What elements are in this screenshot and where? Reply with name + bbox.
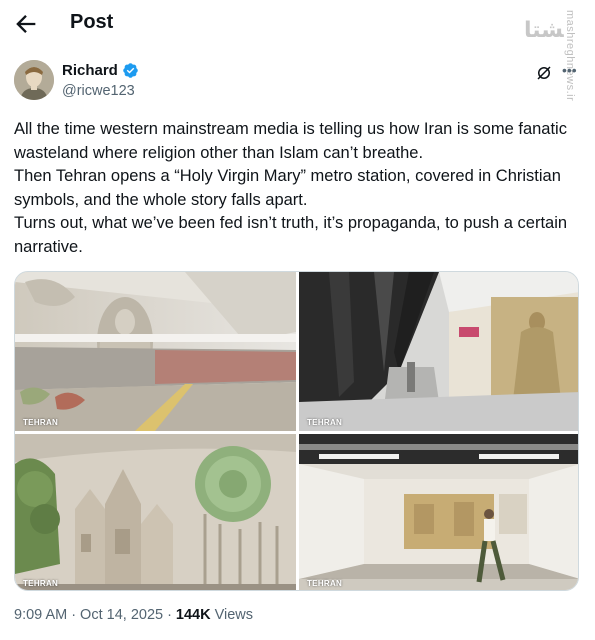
post-header: Post — [0, 0, 595, 48]
post-meta: 9:09 AM · Oct 14, 2025 · 144K Views — [14, 607, 253, 623]
user-name-row[interactable]: Richard — [62, 62, 139, 79]
platform-photo — [15, 272, 296, 431]
post-time[interactable]: 9:09 AM — [14, 607, 67, 623]
tehran-logo: TEHRAN — [307, 418, 343, 427]
tehran-logo: TEHRAN — [23, 579, 59, 588]
hall-photo — [299, 434, 578, 590]
back-button[interactable] — [12, 10, 40, 38]
media-image-4[interactable]: TEHRAN — [299, 434, 578, 590]
arrow-left-icon — [16, 15, 36, 33]
tehran-logo: TEHRAN — [23, 418, 59, 427]
verified-badge-icon — [123, 63, 138, 78]
media-grid: TEHRAN TEHRAN TEHRAN TEHRAN — [14, 271, 579, 591]
tehran-logo: TEHRAN — [307, 579, 343, 588]
more-options-icon[interactable]: ••• — [562, 63, 578, 78]
media-image-1[interactable]: TEHRAN — [15, 272, 296, 431]
escalator-photo — [299, 272, 578, 431]
post-text: All the time western mainstream media is… — [14, 120, 568, 256]
views-label: Views — [214, 607, 254, 623]
media-image-2[interactable]: TEHRAN — [299, 272, 578, 431]
user-name[interactable]: Richard — [62, 62, 118, 79]
views-count: 144K — [175, 607, 211, 623]
avatar[interactable] — [14, 60, 54, 100]
watermark-logo: ﺸﺘﺎ — [524, 18, 564, 43]
media-image-3[interactable]: TEHRAN — [15, 434, 296, 590]
grok-icon[interactable] — [535, 64, 553, 82]
church-relief-photo — [15, 434, 296, 590]
meta-separator: · — [71, 607, 77, 623]
post-date[interactable]: Oct 14, 2025 — [80, 607, 163, 623]
user-handle[interactable]: @ricwe123 — [62, 83, 135, 99]
page-title: Post — [70, 11, 114, 33]
avatar-image — [14, 60, 54, 100]
watermark-text: mashreghnews.ir — [564, 10, 576, 102]
meta-separator: · — [167, 607, 172, 623]
